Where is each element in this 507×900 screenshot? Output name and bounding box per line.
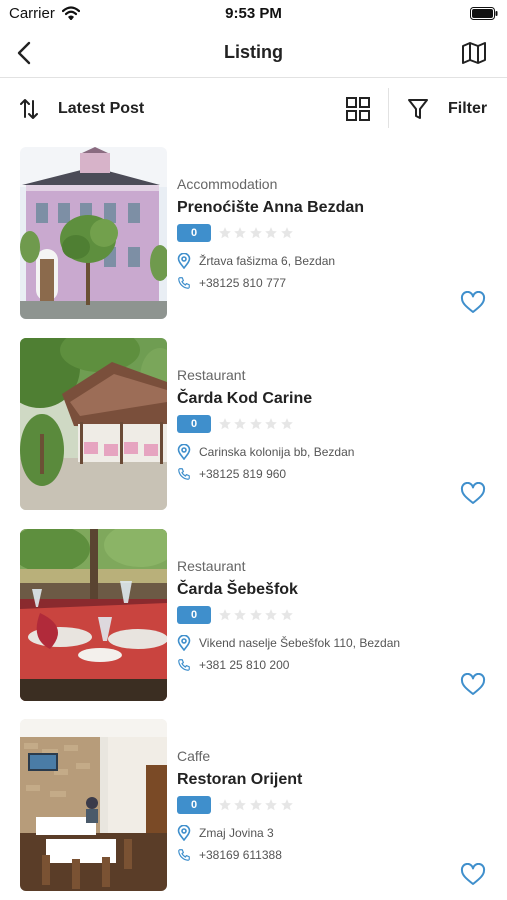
listing-phone[interactable]: +38125 819 960 <box>177 466 286 482</box>
phone-icon <box>178 277 190 289</box>
heart-icon[interactable] <box>460 673 486 697</box>
location-pin-icon <box>177 825 191 841</box>
star-icon <box>264 415 280 433</box>
listing-category: Accommodation <box>177 176 278 192</box>
star-icon <box>248 606 264 624</box>
address-text: Zmaj Jovina 3 <box>199 826 274 840</box>
listing-phone[interactable]: +38125 810 777 <box>177 275 286 291</box>
listing-address: Carinska kolonija bb, Bezdan <box>177 444 354 460</box>
star-icon <box>248 224 264 242</box>
page-title: Listing <box>224 42 283 62</box>
star-icon <box>217 796 233 814</box>
phone-text: +38125 810 777 <box>199 276 287 290</box>
sort-button[interactable]: Latest Post <box>20 95 144 123</box>
star-icon <box>233 224 249 242</box>
listing-phone[interactable]: +381 25 810 200 <box>177 657 289 673</box>
phone-icon <box>178 849 190 861</box>
star-icon <box>233 796 249 814</box>
phone-text: +381 25 810 200 <box>199 658 290 672</box>
grid-view-icon[interactable] <box>345 96 371 122</box>
star-icon <box>279 224 295 242</box>
listing-category: Restaurant <box>177 558 246 574</box>
star-icon <box>264 796 280 814</box>
listing-address: Žrtava fašizma 6, Bezdan <box>177 253 335 269</box>
star-rating <box>217 796 295 814</box>
star-icon <box>279 606 295 624</box>
listing-address: Vikend naselje Šebešfok 110, Bezdan <box>177 635 400 651</box>
listing-category: Caffe <box>177 748 211 764</box>
phone-text: +38169 611388 <box>199 848 282 862</box>
status-time: 9:53 PM <box>225 5 282 22</box>
star-icon <box>264 606 280 624</box>
star-icon <box>248 415 264 433</box>
listing-photo <box>20 147 167 319</box>
location-pin-icon <box>177 253 191 269</box>
toolbar-divider <box>388 88 389 128</box>
rating-badge: 0 <box>177 796 211 814</box>
star-icon <box>248 796 264 814</box>
listing-title: Prenoćište Anna Bezdan <box>177 199 365 216</box>
listing-title: Restoran Orijent <box>177 771 303 788</box>
star-icon <box>264 224 280 242</box>
toolbar: Latest Post Filter <box>0 80 507 138</box>
star-icon <box>217 606 233 624</box>
listing-photo <box>20 338 167 510</box>
sort-arrows-icon <box>20 99 38 119</box>
listing-photo <box>20 529 167 701</box>
star-rating <box>217 224 295 242</box>
listing-title: Čarda Šebešfok <box>177 581 298 598</box>
filter-button[interactable]: Filter <box>407 95 487 123</box>
star-icon <box>217 224 233 242</box>
star-rating <box>217 606 295 624</box>
phone-icon <box>178 659 190 671</box>
star-icon <box>279 796 295 814</box>
battery-icon <box>470 7 498 20</box>
rating-badge: 0 <box>177 606 211 624</box>
listing-card[interactable]: Caffe Restoran Orijent 0 Zmaj Jovina 3 +… <box>0 719 507 891</box>
listing-card[interactable]: Accommodation Prenoćište Anna Bezdan 0 Ž… <box>0 147 507 319</box>
heart-icon[interactable] <box>460 291 486 315</box>
address-text: Žrtava fašizma 6, Bezdan <box>199 254 336 268</box>
phone-text: +38125 819 960 <box>199 467 287 481</box>
star-icon <box>233 606 249 624</box>
star-icon <box>279 415 295 433</box>
phone-icon <box>178 468 190 480</box>
nav-bar: Listing <box>0 30 507 78</box>
listing-photo <box>20 719 167 891</box>
address-text: Carinska kolonija bb, Bezdan <box>199 445 355 459</box>
map-icon[interactable] <box>461 41 487 65</box>
location-pin-icon <box>177 444 191 460</box>
listing-title: Čarda Kod Carine <box>177 390 313 407</box>
listing-card[interactable]: Restaurant Čarda Šebešfok 0 Vikend nasel… <box>0 529 507 701</box>
filter-label: Filter <box>448 100 488 117</box>
listing-category: Restaurant <box>177 367 246 383</box>
heart-icon[interactable] <box>460 482 486 506</box>
rating-badge: 0 <box>177 415 211 433</box>
listing-card[interactable]: Restaurant Čarda Kod Carine 0 Carinska k… <box>0 338 507 510</box>
listing-phone[interactable]: +38169 611388 <box>177 847 282 863</box>
star-rating <box>217 415 295 433</box>
star-icon <box>217 415 233 433</box>
address-text: Vikend naselje Šebešfok 110, Bezdan <box>199 636 401 650</box>
rating-badge: 0 <box>177 224 211 242</box>
listing-address: Zmaj Jovina 3 <box>177 825 274 841</box>
star-icon <box>233 415 249 433</box>
filter-icon <box>408 99 428 119</box>
heart-icon[interactable] <box>460 863 486 887</box>
sort-label: Latest Post <box>58 100 145 117</box>
status-bar: Carrier 9:53 PM <box>0 0 507 28</box>
location-pin-icon <box>177 635 191 651</box>
